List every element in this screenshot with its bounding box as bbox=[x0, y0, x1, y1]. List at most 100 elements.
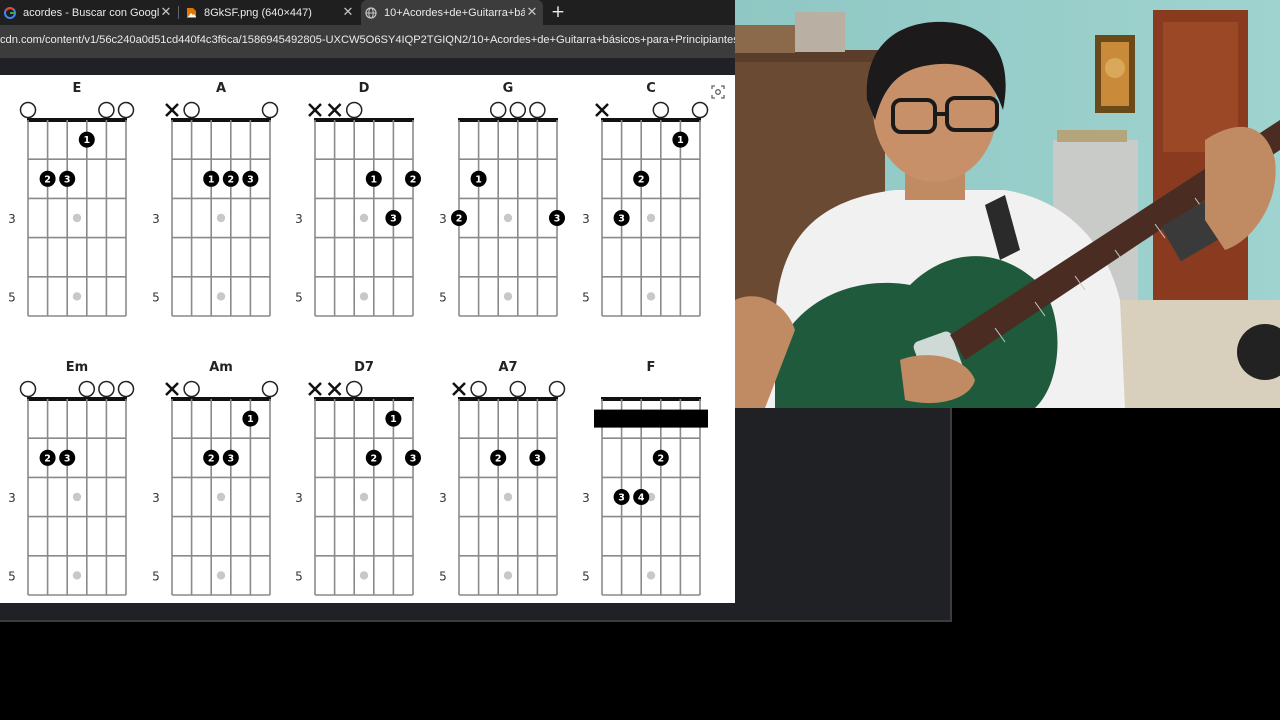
open-string-marker bbox=[98, 380, 115, 398]
chord-name: G bbox=[503, 81, 514, 96]
finger-number: 2 bbox=[370, 453, 377, 464]
fret-number-label: 5 bbox=[439, 290, 447, 304]
fret-inlay-dot bbox=[646, 213, 656, 223]
finger-number: 4 bbox=[638, 493, 645, 504]
finger-number: 2 bbox=[227, 174, 234, 185]
chord-name: E bbox=[73, 81, 82, 96]
nut bbox=[314, 397, 414, 401]
open-string-marker bbox=[529, 101, 546, 119]
nut bbox=[458, 118, 558, 122]
new-tab-button[interactable]: + bbox=[549, 2, 567, 22]
open-string-marker bbox=[98, 101, 115, 119]
open-string-marker bbox=[548, 380, 566, 398]
muted-string-marker bbox=[327, 103, 342, 117]
finger-number: 3 bbox=[227, 453, 234, 464]
fret-inlay-dot bbox=[503, 571, 513, 580]
nut bbox=[601, 118, 701, 122]
close-tab-icon[interactable]: ✕ bbox=[341, 5, 355, 20]
chord-diagram-f: F 3 5 2 3 4 bbox=[582, 360, 708, 596]
fret-number-label: 5 bbox=[8, 569, 16, 583]
nut bbox=[458, 397, 558, 401]
open-string-marker bbox=[183, 380, 200, 398]
fret-number-label: 3 bbox=[295, 491, 303, 505]
chord-name: Em bbox=[66, 360, 88, 375]
finger-number: 2 bbox=[208, 453, 215, 464]
globe-icon bbox=[365, 6, 377, 19]
google-lens-icon[interactable] bbox=[711, 84, 725, 99]
chord-name: A bbox=[216, 81, 226, 96]
fret-inlay-dot bbox=[359, 292, 369, 301]
image-file-icon bbox=[185, 7, 197, 19]
barre-bar bbox=[594, 409, 708, 428]
chord-name: Am bbox=[209, 360, 233, 375]
webcam-scene bbox=[735, 0, 1280, 408]
close-tab-icon[interactable]: ✕ bbox=[159, 5, 173, 20]
finger-number: 1 bbox=[677, 135, 684, 146]
finger-number: 2 bbox=[410, 174, 417, 185]
finger-number: 3 bbox=[410, 453, 417, 464]
fret-inlay-dot bbox=[72, 571, 82, 580]
fret-inlay-dot bbox=[216, 571, 226, 580]
fret-inlay-dot bbox=[72, 213, 82, 223]
fret-number-label: 3 bbox=[8, 212, 16, 226]
finger-number: 3 bbox=[554, 214, 561, 225]
url-text[interactable]: cdn.com/content/v1/56c240a0d51cd440f4c3f… bbox=[0, 34, 739, 46]
open-string-marker bbox=[261, 380, 279, 398]
finger-number: 3 bbox=[390, 214, 397, 225]
tab-google-search[interactable]: acordes - Buscar con Google ✕ bbox=[0, 0, 177, 25]
chord-diagram-g: G3512 3 bbox=[439, 81, 565, 317]
fret-inlay-dot bbox=[216, 292, 226, 301]
chord-diagram-a: A 3 5 1 2 3 bbox=[152, 81, 279, 317]
fret-number-label: 3 bbox=[152, 491, 160, 505]
nut bbox=[171, 397, 271, 401]
close-tab-icon[interactable]: ✕ bbox=[525, 5, 539, 20]
chord-diagrams: E3512 3A351 2 3D351 23G3512 3C35123Em352 3Am35… bbox=[8, 81, 709, 596]
webcam-overlay bbox=[735, 0, 1280, 408]
fret-inlay-dot bbox=[503, 292, 513, 301]
tab-title: 8GkSF.png (640×447) bbox=[204, 6, 312, 19]
tab-title: acordes - Buscar con Google bbox=[23, 6, 159, 19]
fret-number-label: 5 bbox=[8, 290, 16, 304]
nut bbox=[171, 118, 271, 122]
finger-number: 2 bbox=[638, 174, 645, 185]
open-string-marker bbox=[19, 101, 37, 119]
open-string-marker bbox=[345, 101, 363, 119]
fret-inlay-dot bbox=[359, 213, 369, 223]
muted-string-marker bbox=[165, 382, 179, 396]
google-g-icon bbox=[4, 6, 16, 19]
fret-number-label: 5 bbox=[295, 569, 303, 583]
muted-string-marker bbox=[308, 382, 322, 396]
fret-inlay-dot bbox=[72, 292, 82, 301]
chord-diagram-d7: D7 3 5 1 2 3 bbox=[295, 360, 421, 596]
tab-chords-page[interactable]: 10+Acordes+de+Guitarra+básicos ✕ bbox=[361, 0, 543, 25]
fret-inlay-dot bbox=[646, 292, 656, 301]
finger-number: 1 bbox=[370, 174, 377, 185]
open-string-marker bbox=[117, 380, 135, 398]
fret-number-label: 3 bbox=[582, 212, 590, 226]
muted-string-marker bbox=[452, 382, 466, 396]
chord-name: D7 bbox=[354, 360, 374, 375]
fret-inlay-dot bbox=[359, 571, 369, 580]
finger-number: 2 bbox=[657, 453, 664, 464]
chord-chart-image: E 3 5 1 2 3 A 3 5 1 2 3 D 3 5 1 2 3 G 3 5 1 2 3 C 3 5 1 2 3 Em 3 5 2 3 Am 3 5… bbox=[0, 75, 735, 603]
fret-number-label: 5 bbox=[152, 569, 160, 583]
fret-number-label: 3 bbox=[152, 212, 160, 226]
fret-number-label: 3 bbox=[582, 491, 590, 505]
tab-image-file[interactable]: 8GkSF.png (640×447) ✕ bbox=[181, 0, 359, 25]
fret-number-label: 3 bbox=[295, 212, 303, 226]
finger-number: 1 bbox=[208, 174, 215, 185]
muted-string-marker bbox=[595, 103, 609, 117]
open-string-marker bbox=[509, 380, 527, 398]
open-string-marker bbox=[489, 101, 507, 119]
open-string-marker bbox=[117, 101, 135, 119]
finger-number: 3 bbox=[618, 214, 625, 225]
nut bbox=[314, 118, 414, 122]
open-string-marker bbox=[470, 380, 487, 398]
fret-inlay-dot bbox=[646, 571, 656, 580]
open-string-marker bbox=[183, 101, 200, 119]
chord-diagram-c: C 3 5 1 2 3 bbox=[582, 81, 709, 317]
chord-name: A7 bbox=[498, 360, 517, 375]
finger-number: 1 bbox=[83, 135, 90, 146]
finger-number: 2 bbox=[495, 453, 502, 464]
fret-inlay-dot bbox=[72, 492, 82, 502]
